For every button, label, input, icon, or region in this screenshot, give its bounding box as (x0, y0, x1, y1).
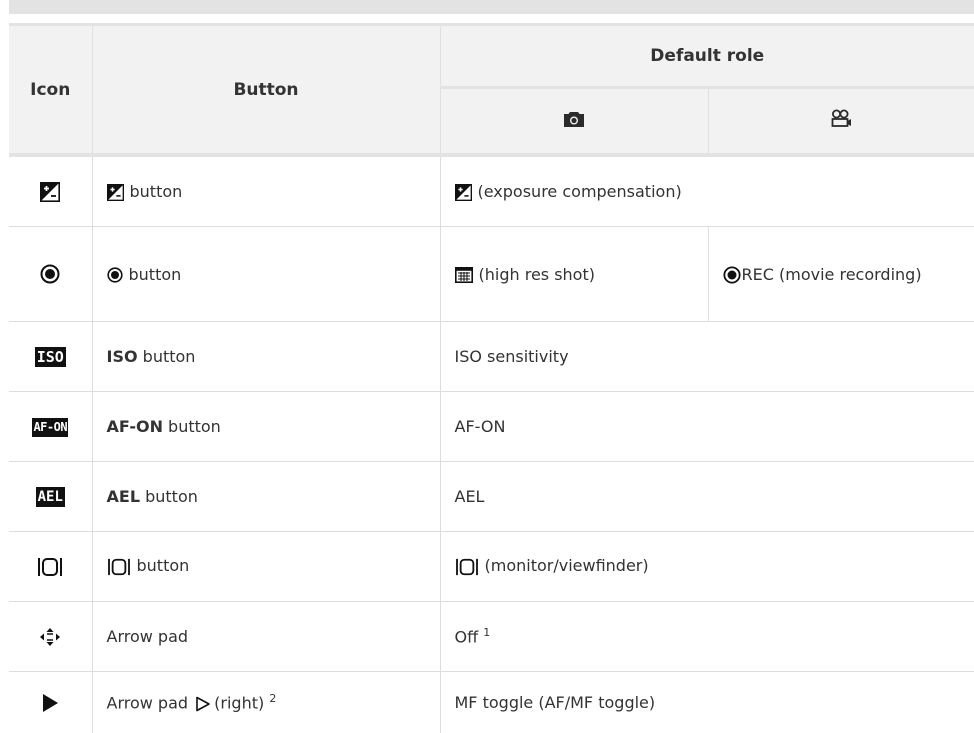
role-text: Off (454, 627, 479, 647)
button-label: button (168, 417, 221, 436)
icon-cell (9, 226, 93, 322)
role-text: AEL (454, 487, 485, 506)
header-movie (708, 87, 974, 157)
table-row: ISO ISO button ISO sensitivity (9, 321, 974, 392)
role-text: (exposure compensation) (477, 182, 682, 201)
role-cell: MF toggle (AF/MF toggle) (440, 672, 974, 733)
button-bold-label: ISO (106, 347, 138, 366)
button-label: button (136, 556, 190, 576)
top-divider (9, 0, 974, 14)
monitor-viewfinder-icon (455, 558, 478, 575)
footnote-ref: 1 (483, 626, 491, 640)
button-cell: button (92, 226, 441, 322)
monitor-viewfinder-icon (38, 557, 63, 576)
iso-icon: ISO (34, 346, 66, 367)
footnote-ref: 2 (269, 692, 277, 706)
record-icon (106, 267, 123, 283)
role-photo-cell: (high res shot) (440, 226, 709, 322)
table-row: Arrow pad (right) 2 MF toggle (AF/MF tog… (9, 671, 974, 733)
button-cell: button (92, 155, 441, 227)
role-movie-cell: REC (movie recording) (708, 226, 974, 322)
play-icon (43, 693, 59, 712)
button-cell: AF-ON button (92, 391, 441, 462)
button-label: Arrow pad (106, 627, 189, 646)
button-cell: Arrow pad (92, 601, 441, 672)
af-on-icon: AF-ON (32, 418, 69, 437)
table-row: AEL AEL button AEL (9, 461, 974, 532)
button-cell: ISO button (92, 321, 441, 392)
role-text: MF toggle (AF/MF toggle) (454, 693, 656, 712)
role-cell: AEL (440, 461, 974, 532)
header-button: Button (92, 26, 441, 157)
table-row: Arrow pad Off 1 (9, 601, 974, 672)
icon-cell: AF-ON (9, 391, 93, 462)
button-cell: AEL button (92, 461, 441, 532)
icon-cell (9, 601, 93, 672)
role-cell: Off 1 (440, 601, 974, 672)
movie-camera-icon (831, 109, 852, 127)
role-cell: (monitor/viewfinder) (440, 531, 974, 602)
icon-cell: AEL (9, 461, 93, 532)
button-label: Arrow pad (106, 693, 189, 713)
high-res-shot-icon (454, 267, 473, 283)
icon-cell (9, 531, 93, 602)
role-text: AF-ON (454, 417, 506, 436)
button-label: button (128, 264, 182, 284)
arrow-pad-icon (40, 627, 61, 646)
role-movie-text: (movie recording) (779, 264, 922, 284)
role-cell: (exposure compensation) (440, 155, 974, 227)
button-bold-label: AF-ON (106, 417, 163, 436)
icon-cell (9, 155, 93, 227)
right-arrow-icon (196, 696, 210, 712)
button-label: button (145, 487, 198, 506)
role-photo-text: (high res shot) (478, 264, 595, 284)
camera-icon (564, 111, 584, 127)
button-suffix: (right) (214, 693, 265, 713)
role-cell: AF-ON (440, 391, 974, 462)
exposure-compensation-icon (454, 184, 472, 201)
role-cell: ISO sensitivity (440, 321, 974, 392)
role-text: (monitor/viewfinder) (484, 556, 649, 576)
button-bold-label: AEL (106, 487, 141, 506)
header-photo (440, 87, 709, 157)
record-icon (40, 264, 60, 284)
table-row: button (monitor/viewfinder) (9, 531, 974, 602)
table-row: button (high res shot) REC (movie record… (9, 226, 974, 322)
rec-label: REC (741, 264, 774, 284)
button-cell: Arrow pad (right) 2 (92, 671, 441, 733)
ael-icon: AEL (35, 487, 65, 507)
exposure-compensation-icon (40, 181, 61, 202)
role-text: ISO sensitivity (454, 347, 569, 366)
button-label: button (129, 182, 183, 201)
monitor-viewfinder-icon (107, 558, 130, 575)
icon-cell (9, 671, 93, 733)
button-roles-table: Icon Button Default role button (exposur… (9, 26, 974, 733)
table-row: button (exposure compensation) (9, 155, 974, 227)
exposure-compensation-icon (106, 184, 124, 201)
icon-cell: ISO (9, 321, 93, 392)
button-label: button (142, 347, 196, 366)
table-row: AF-ON AF-ON button AF-ON (9, 391, 974, 462)
header-icon: Icon (9, 26, 93, 157)
button-cell: button (92, 531, 441, 602)
record-icon (722, 266, 741, 284)
header-default-role: Default role (440, 26, 974, 89)
